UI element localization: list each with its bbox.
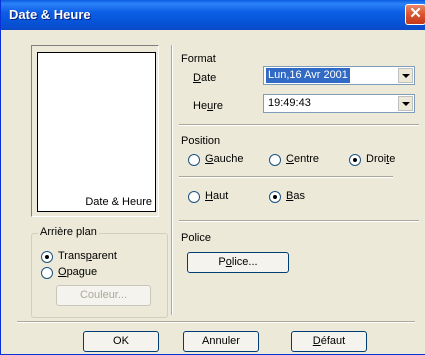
heure-format-value: 19:49:43	[268, 97, 311, 109]
gauche-label: Gauche	[205, 153, 244, 165]
dialog-window: Date & Heure ✕ Date & Heure Arrière plan…	[0, 0, 425, 355]
centre-radio-dot[interactable]	[269, 154, 281, 166]
transparent-label: Transparent	[58, 250, 117, 262]
opaque-radio-dot[interactable]	[41, 267, 53, 279]
ok-button[interactable]: OK	[83, 331, 159, 352]
droite-label: Droite	[366, 153, 396, 165]
close-icon[interactable]: ✕	[405, 4, 425, 25]
droite-radio-dot[interactable]	[349, 154, 361, 166]
heure-dropdown-button[interactable]	[398, 96, 413, 111]
heure-label: Heure	[193, 100, 223, 112]
position-heading: Position	[181, 135, 221, 147]
date-dropdown-button[interactable]	[398, 68, 413, 83]
date-format-value: Lun,16 Avr 2001	[266, 68, 350, 83]
date-label: Date	[193, 72, 217, 84]
chevron-down-icon	[402, 102, 410, 106]
format-separator	[179, 124, 419, 126]
police-separator	[179, 220, 419, 222]
footer-separator	[17, 321, 415, 323]
annuler-button[interactable]: Annuler	[183, 331, 259, 352]
bas-label: Bas	[286, 190, 305, 202]
window-title: Date & Heure	[9, 7, 91, 22]
arriere-plan-heading: Arrière plan	[38, 226, 99, 238]
couleur-button[interactable]: Couleur...	[56, 285, 151, 306]
police-button[interactable]: Police...	[187, 252, 289, 273]
chevron-down-icon	[402, 74, 410, 78]
title-bar[interactable]: Date & Heure ✕	[1, 0, 425, 30]
haut-radio-dot[interactable]	[188, 191, 200, 203]
preview-caption: Date & Heure	[85, 196, 152, 208]
heure-format-select[interactable]: 19:49:43	[263, 94, 415, 113]
opaque-label: Opague	[58, 266, 98, 278]
defaut-button[interactable]: Défaut	[291, 331, 367, 352]
centre-label: Centre	[286, 153, 320, 165]
vertical-separator	[171, 45, 173, 315]
gauche-radio-dot[interactable]	[188, 154, 200, 166]
haut-label: Haut	[205, 190, 229, 202]
transparent-radio-dot[interactable]	[41, 251, 53, 263]
format-heading: Format	[181, 53, 216, 65]
preview-panel: Date & Heure	[37, 52, 156, 212]
police-heading: Police	[181, 232, 211, 244]
bas-radio-dot[interactable]	[269, 191, 281, 203]
position-separator	[179, 176, 393, 178]
date-format-select[interactable]: Lun,16 Avr 2001	[263, 66, 415, 85]
